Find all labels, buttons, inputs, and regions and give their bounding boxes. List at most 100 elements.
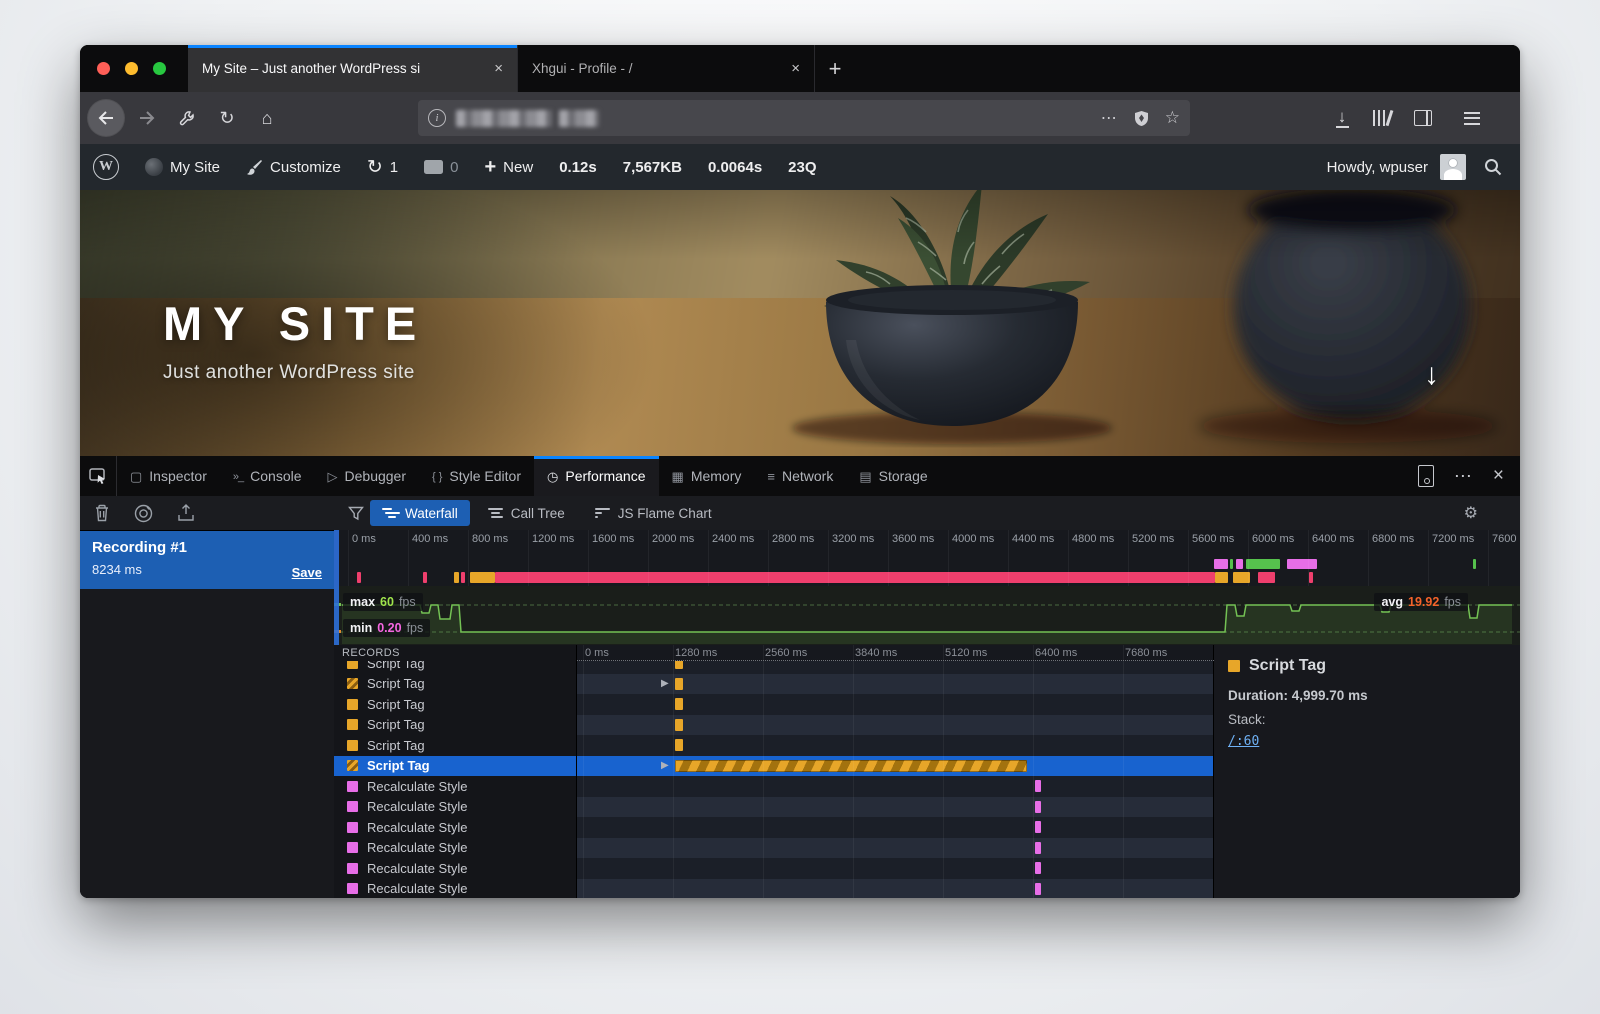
overview-gridline xyxy=(408,530,409,586)
view-waterfall-button[interactable]: Waterfall xyxy=(370,500,470,526)
record-performance-icon[interactable] xyxy=(134,504,153,523)
scroll-down-arrow[interactable]: ↓ xyxy=(1424,358,1439,392)
updates-menu[interactable]: ↻ 1 xyxy=(354,144,411,190)
back-arrow-icon xyxy=(98,111,114,125)
page-actions-icon[interactable]: ⋯ xyxy=(1101,108,1118,128)
devtools-close-icon[interactable]: × xyxy=(1493,465,1504,487)
fps-min-badge: min0.20fps xyxy=(343,619,430,637)
stack-frame-link[interactable]: /:60 xyxy=(1228,734,1259,749)
devtools-tab-memory[interactable]: Memory xyxy=(659,456,755,496)
recording-item[interactable]: Recording #1 8234 ms Save xyxy=(80,531,334,589)
record-row[interactable]: Recalculate Style xyxy=(334,879,576,899)
minimize-window-button[interactable] xyxy=(125,62,138,75)
record-row[interactable]: Recalculate Style xyxy=(334,817,576,838)
overview-tick-label: 5200 ms xyxy=(1132,533,1174,545)
zoom-window-button[interactable] xyxy=(153,62,166,75)
record-row[interactable]: Recalculate Style xyxy=(334,838,576,859)
bookmark-star-icon[interactable]: ☆ xyxy=(1165,108,1180,128)
script-marker-icon xyxy=(347,678,358,689)
customize-link[interactable]: Customize xyxy=(233,144,354,190)
my-site-menu[interactable]: My Site xyxy=(132,144,233,190)
reload-button[interactable]: ↻ xyxy=(210,101,244,135)
overview-selection-handle[interactable] xyxy=(334,530,339,645)
qm-memory-metric[interactable]: 7,567KB xyxy=(610,144,695,190)
expand-triangle-icon[interactable]: ▶ xyxy=(661,761,669,771)
tab-close-icon[interactable]: × xyxy=(490,60,507,77)
qm-query-count-metric[interactable]: 23Q xyxy=(775,144,829,190)
style-marker-bar[interactable] xyxy=(1035,821,1041,833)
new-content-menu[interactable]: + New xyxy=(471,144,546,190)
devtools-tab-style-editor[interactable]: Style Editor xyxy=(419,456,534,496)
url-bar[interactable]: i ⋯ ☆ xyxy=(418,100,1190,136)
record-label: Script Tag xyxy=(367,717,425,732)
search-icon[interactable] xyxy=(1484,158,1502,176)
comments-menu[interactable]: 0 xyxy=(411,144,471,190)
devtools-tab-storage[interactable]: Storage xyxy=(846,456,940,496)
tab-close-icon[interactable]: × xyxy=(787,60,804,77)
qm-query-time-metric[interactable]: 0.0064s xyxy=(695,144,775,190)
view-js-flame-chart-button[interactable]: JS Flame Chart xyxy=(583,500,724,526)
script-marker-bar[interactable] xyxy=(675,739,683,751)
script-marker-bar[interactable] xyxy=(675,698,683,710)
record-row[interactable]: Script Tag xyxy=(334,735,576,756)
record-row[interactable]: Script Tag xyxy=(334,756,576,777)
back-button[interactable] xyxy=(88,100,124,136)
devtools-tab-performance[interactable]: Performance xyxy=(534,456,659,496)
user-avatar[interactable] xyxy=(1440,154,1466,180)
devtools-more-icon[interactable]: ⋯ xyxy=(1454,466,1473,487)
clear-recordings-trash-icon[interactable] xyxy=(94,504,110,522)
tracking-shield-icon[interactable] xyxy=(1134,110,1149,127)
wp-logo-menu[interactable]: W xyxy=(80,144,132,190)
downloads-button[interactable]: ↓ xyxy=(1336,108,1349,128)
responsive-design-mode-icon[interactable] xyxy=(1418,465,1434,487)
page-info-icon[interactable]: i xyxy=(428,109,446,127)
overview-tick-label: 7200 ms xyxy=(1432,533,1474,545)
record-row[interactable]: Recalculate Style xyxy=(334,797,576,818)
devtools-tab-inspector[interactable]: Inspector xyxy=(117,456,220,496)
expand-triangle-icon[interactable]: ▶ xyxy=(661,679,669,689)
style-marker-bar[interactable] xyxy=(1035,801,1041,813)
overview-segment-red xyxy=(1309,572,1313,583)
timeline-overview[interactable]: 0 ms400 ms800 ms1200 ms1600 ms2000 ms240… xyxy=(334,530,1520,587)
devtools-tab-network[interactable]: Network xyxy=(754,456,846,496)
wrench-button[interactable] xyxy=(170,101,204,135)
import-recording-icon[interactable] xyxy=(177,504,195,522)
qm-time-metric[interactable]: 0.12s xyxy=(546,144,610,190)
script-marker-bar[interactable] xyxy=(675,678,683,690)
browser-tab-xhgui[interactable]: Xhgui - Profile - / × xyxy=(517,45,814,92)
record-row[interactable]: Recalculate Style xyxy=(334,776,576,797)
new-tab-button[interactable]: + xyxy=(814,45,855,92)
home-button[interactable]: ⌂ xyxy=(250,101,284,135)
view-call-tree-button[interactable]: Call Tree xyxy=(476,500,577,526)
howdy-user-label[interactable]: Howdy, wpuser xyxy=(1327,159,1428,176)
overview-segment-paint xyxy=(1230,559,1234,569)
script-marker-bar[interactable] xyxy=(675,760,1027,772)
forward-button[interactable] xyxy=(130,101,164,135)
browser-tab-mysite[interactable]: My Site – Just another WordPress si × xyxy=(188,45,517,92)
site-title: MY SITE xyxy=(163,296,427,351)
record-row[interactable]: Recalculate Style xyxy=(334,858,576,879)
script-marker-bar[interactable] xyxy=(675,719,683,731)
close-window-button[interactable] xyxy=(97,62,110,75)
library-button[interactable] xyxy=(1373,110,1391,126)
script-marker-bar[interactable] xyxy=(675,661,683,669)
style-marker-bar[interactable] xyxy=(1035,883,1041,895)
sidebar-toggle-button[interactable] xyxy=(1414,110,1432,126)
performance-settings-gear-icon[interactable]: ⚙ xyxy=(1464,503,1478,523)
devtools-tab-console[interactable]: Console xyxy=(220,456,315,496)
waterfall-timeline[interactable]: 0 ms1280 ms2560 ms3840 ms5120 ms6400 ms7… xyxy=(576,645,1214,898)
menu-button[interactable] xyxy=(1464,112,1480,125)
element-picker-button[interactable] xyxy=(80,456,117,496)
style-marker-bar[interactable] xyxy=(1035,862,1041,874)
style-marker-bar[interactable] xyxy=(1035,842,1041,854)
record-row[interactable]: Script Tag xyxy=(334,715,576,736)
updates-icon: ↻ xyxy=(367,158,383,177)
record-row[interactable]: Script Tag xyxy=(334,694,576,715)
filter-funnel-icon[interactable] xyxy=(348,506,364,521)
record-row[interactable]: Script Tag xyxy=(334,674,576,695)
save-recording-link[interactable]: Save xyxy=(292,565,322,580)
record-row[interactable]: Script Tag xyxy=(334,661,576,674)
style-marker-bar[interactable] xyxy=(1035,780,1041,792)
devtools-tab-debugger[interactable]: Debugger xyxy=(315,456,420,496)
waterfall-icon xyxy=(382,508,397,518)
